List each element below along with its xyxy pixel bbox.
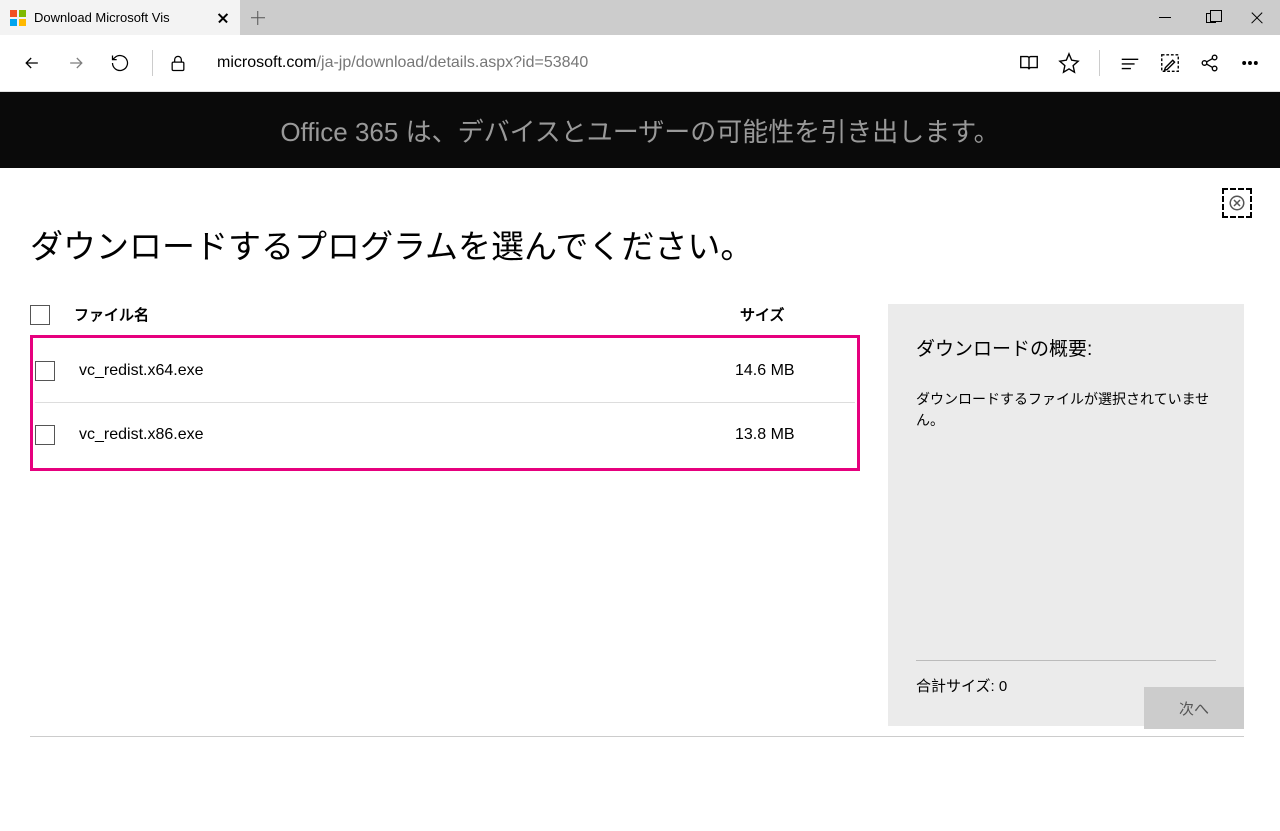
browser-tab[interactable]: Download Microsoft Vis [0,0,240,35]
star-icon [1058,52,1080,74]
favorites-button[interactable] [1049,43,1089,83]
file-size: 14.6 MB [735,362,855,380]
file-name: vc_redist.x86.exe [79,426,735,444]
browser-toolbar: microsoft.com/ja-jp/download/details.asp… [0,35,1280,92]
file-checkbox[interactable] [35,425,55,445]
toolbar-divider [1099,50,1100,76]
select-all-checkbox[interactable] [30,305,50,325]
browser-tab-title: Download Microsoft Vis [34,10,208,25]
close-dialog-button[interactable] [1222,188,1252,218]
address-path: /ja-jp/download/details.aspx?id=53840 [317,54,589,71]
refresh-button[interactable] [98,41,142,85]
back-button[interactable] [10,41,54,85]
lock-icon [168,53,188,73]
table-row[interactable]: vc_redist.x86.exe 13.8 MB [35,403,855,466]
maximize-icon [1206,13,1216,23]
address-host: microsoft.com [217,54,317,71]
table-header-row: ファイル名 サイズ [30,304,860,335]
new-tab-button[interactable] [240,0,275,35]
maximize-button[interactable] [1188,0,1234,35]
file-checkbox[interactable] [35,361,55,381]
summary-panel: ダウンロードの概要: ダウンロードするファイルが選択されていません。 合計サイズ… [888,304,1244,726]
promo-banner: Office 365 は、デバイスとユーザーの可能性を引き出します。 [0,92,1280,168]
close-icon [1228,194,1246,212]
hub-button[interactable] [1110,43,1150,83]
arrow-left-icon [22,53,42,73]
column-header-filename: ファイル名 [74,304,740,325]
reading-view-button[interactable] [1009,43,1049,83]
plus-icon [251,11,265,25]
summary-title: ダウンロードの概要: [916,334,1216,361]
file-name: vc_redist.x64.exe [79,362,735,380]
forward-button[interactable] [54,41,98,85]
dots-icon [1240,53,1260,73]
window-titlebar: Download Microsoft Vis [0,0,1280,35]
more-button[interactable] [1230,43,1270,83]
window-controls [1142,0,1280,35]
summary-empty-text: ダウンロードするファイルが選択されていません。 [916,389,1216,431]
files-table: ファイル名 サイズ vc_redist.x64.exe 14.6 MB vc_r… [30,304,860,471]
content-divider [30,736,1244,737]
pen-select-icon [1159,52,1181,74]
close-window-button[interactable] [1234,0,1280,35]
site-info-button[interactable] [163,41,193,85]
file-size: 13.8 MB [735,426,855,444]
minimize-icon [1159,17,1171,19]
banner-text: Office 365 は、デバイスとユーザーの可能性を引き出します。 [280,112,999,149]
toolbar-divider [152,50,153,76]
address-bar[interactable]: microsoft.com/ja-jp/download/details.asp… [193,54,1009,72]
notes-button[interactable] [1150,43,1190,83]
next-button-label: 次へ [1179,698,1209,719]
book-icon [1018,52,1040,74]
page-title: ダウンロードするプログラムを選んでください。 [30,220,1244,268]
lines-icon [1119,52,1141,74]
refresh-icon [110,53,130,73]
close-icon [1251,12,1263,24]
next-button[interactable]: 次へ [1144,687,1244,729]
share-button[interactable] [1190,43,1230,83]
microsoft-logo-icon [10,10,26,26]
annotation-highlight: vc_redist.x64.exe 14.6 MB vc_redist.x86.… [30,335,860,471]
arrow-right-icon [66,53,86,73]
minimize-button[interactable] [1142,0,1188,35]
close-tab-icon[interactable] [216,11,230,25]
table-row[interactable]: vc_redist.x64.exe 14.6 MB [35,340,855,403]
column-header-size: サイズ [740,304,860,325]
share-icon [1199,52,1221,74]
